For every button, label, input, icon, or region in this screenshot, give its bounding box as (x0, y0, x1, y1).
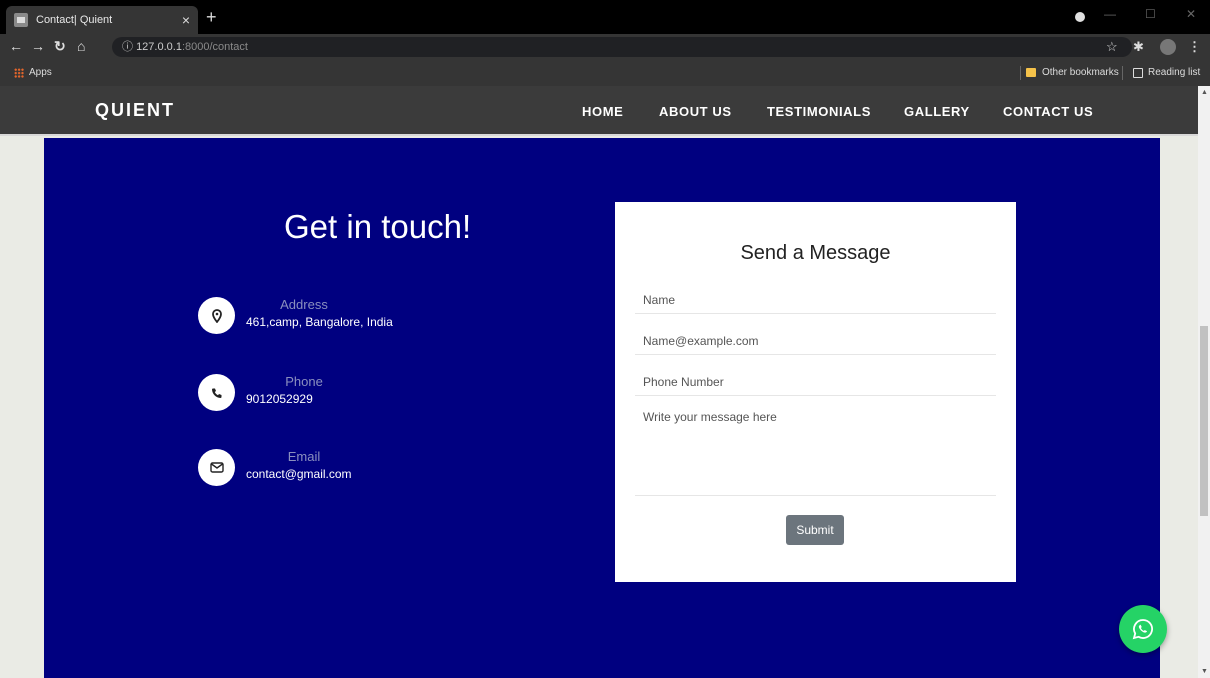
maximize-icon[interactable]: ☐ (1145, 7, 1156, 21)
reload-icon[interactable]: ↻ (54, 38, 66, 55)
form-title: Send a Message (740, 242, 891, 264)
browser-toolbar: ← → ↻ ⌂ ⓘ 127.0.0.1:8000/contact ☆ ✱ ⋮ (0, 34, 1210, 60)
address-info: Address 461,camp, Bangalore, India (198, 297, 393, 334)
other-bookmarks-label: Other bookmarks (1042, 67, 1119, 78)
menu-icon[interactable]: ⋮ (1188, 39, 1201, 55)
browser-tab-bar: Contact| Quient × + — ☐ ✕ (0, 0, 1210, 34)
address-label: Address (280, 297, 328, 312)
message-textarea[interactable] (635, 410, 996, 496)
bookmark-separator (1122, 66, 1123, 80)
home-icon[interactable]: ⌂ (77, 38, 85, 54)
nav-about-us[interactable]: ABOUT US (659, 104, 732, 119)
nav-contact-us[interactable]: CONTACT US (1003, 104, 1093, 119)
email-info: Email contact@gmail.com (198, 449, 352, 486)
folder-icon (1026, 68, 1036, 77)
site-brand[interactable]: QUIENT (95, 100, 175, 121)
nav-testimonials[interactable]: TESTIMONIALS (767, 104, 871, 119)
email-label: Email (287, 449, 321, 464)
chrome-profile-icon[interactable] (1075, 12, 1085, 22)
info-icon[interactable]: ⓘ (122, 41, 133, 53)
page-viewport: QUIENT HOME ABOUT US TESTIMONIALS GALLER… (0, 86, 1198, 678)
apps-grid-icon (14, 67, 24, 78)
name-input[interactable] (635, 286, 996, 314)
phone-value: 9012052929 (246, 392, 313, 406)
page-scrollbar[interactable]: ▲ ▼ (1198, 86, 1210, 678)
phone-icon (198, 374, 235, 411)
site-header: QUIENT HOME ABOUT US TESTIMONIALS GALLER… (0, 86, 1198, 136)
message-form: Send a Message Submit (615, 202, 1016, 582)
tab-close-icon[interactable]: × (182, 12, 190, 28)
phone-input[interactable] (635, 368, 996, 396)
bookmark-separator (1020, 66, 1021, 80)
email-input[interactable] (635, 327, 996, 355)
new-tab-button[interactable]: + (206, 7, 217, 28)
profile-avatar[interactable] (1160, 39, 1176, 55)
tab-title: Contact| Quient (36, 14, 113, 26)
nav-home[interactable]: HOME (582, 104, 623, 119)
submit-button[interactable]: Submit (786, 515, 844, 545)
page-title: Get in touch! (284, 208, 472, 245)
extensions-icon[interactable]: ✱ (1133, 39, 1144, 55)
email-value: contact@gmail.com (246, 467, 352, 481)
browser-tab[interactable]: Contact| Quient × (6, 6, 198, 34)
phone-label: Phone (285, 374, 323, 389)
apps-label: Apps (29, 67, 52, 78)
bookmark-star-icon[interactable]: ☆ (1106, 39, 1118, 55)
site-favicon-icon (14, 13, 28, 27)
address-bar[interactable]: ⓘ 127.0.0.1:8000/contact (112, 37, 1132, 57)
minimize-icon[interactable]: — (1104, 7, 1116, 21)
phone-info: Phone 9012052929 (198, 374, 323, 411)
location-pin-icon (198, 297, 235, 334)
scroll-down-icon[interactable]: ▼ (1201, 668, 1208, 675)
url-path: :8000/contact (181, 41, 248, 53)
reading-list-icon (1133, 67, 1143, 78)
back-icon[interactable]: ← (9, 38, 23, 54)
whatsapp-icon (1132, 619, 1153, 640)
scrollbar-thumb[interactable] (1200, 326, 1208, 516)
window-close-icon[interactable]: ✕ (1186, 7, 1196, 21)
bookmark-other[interactable]: Other bookmarks (1026, 67, 1119, 78)
envelope-icon (198, 449, 235, 486)
scroll-up-icon[interactable]: ▲ (1201, 89, 1208, 96)
contact-section: Get in touch! Address 461,camp, Bangalor… (44, 138, 1160, 678)
nav-gallery[interactable]: GALLERY (904, 104, 970, 119)
forward-icon[interactable]: → (31, 38, 45, 54)
bookmark-apps[interactable]: Apps (14, 67, 52, 78)
address-value: 461,camp, Bangalore, India (246, 315, 393, 329)
whatsapp-button[interactable] (1119, 605, 1167, 653)
reading-list-label: Reading list (1148, 67, 1201, 78)
bookmarks-bar: Apps Other bookmarks Reading list (0, 60, 1210, 86)
bookmark-reading-list[interactable]: Reading list (1133, 67, 1200, 78)
url-host: 127.0.0.1 (136, 41, 182, 53)
